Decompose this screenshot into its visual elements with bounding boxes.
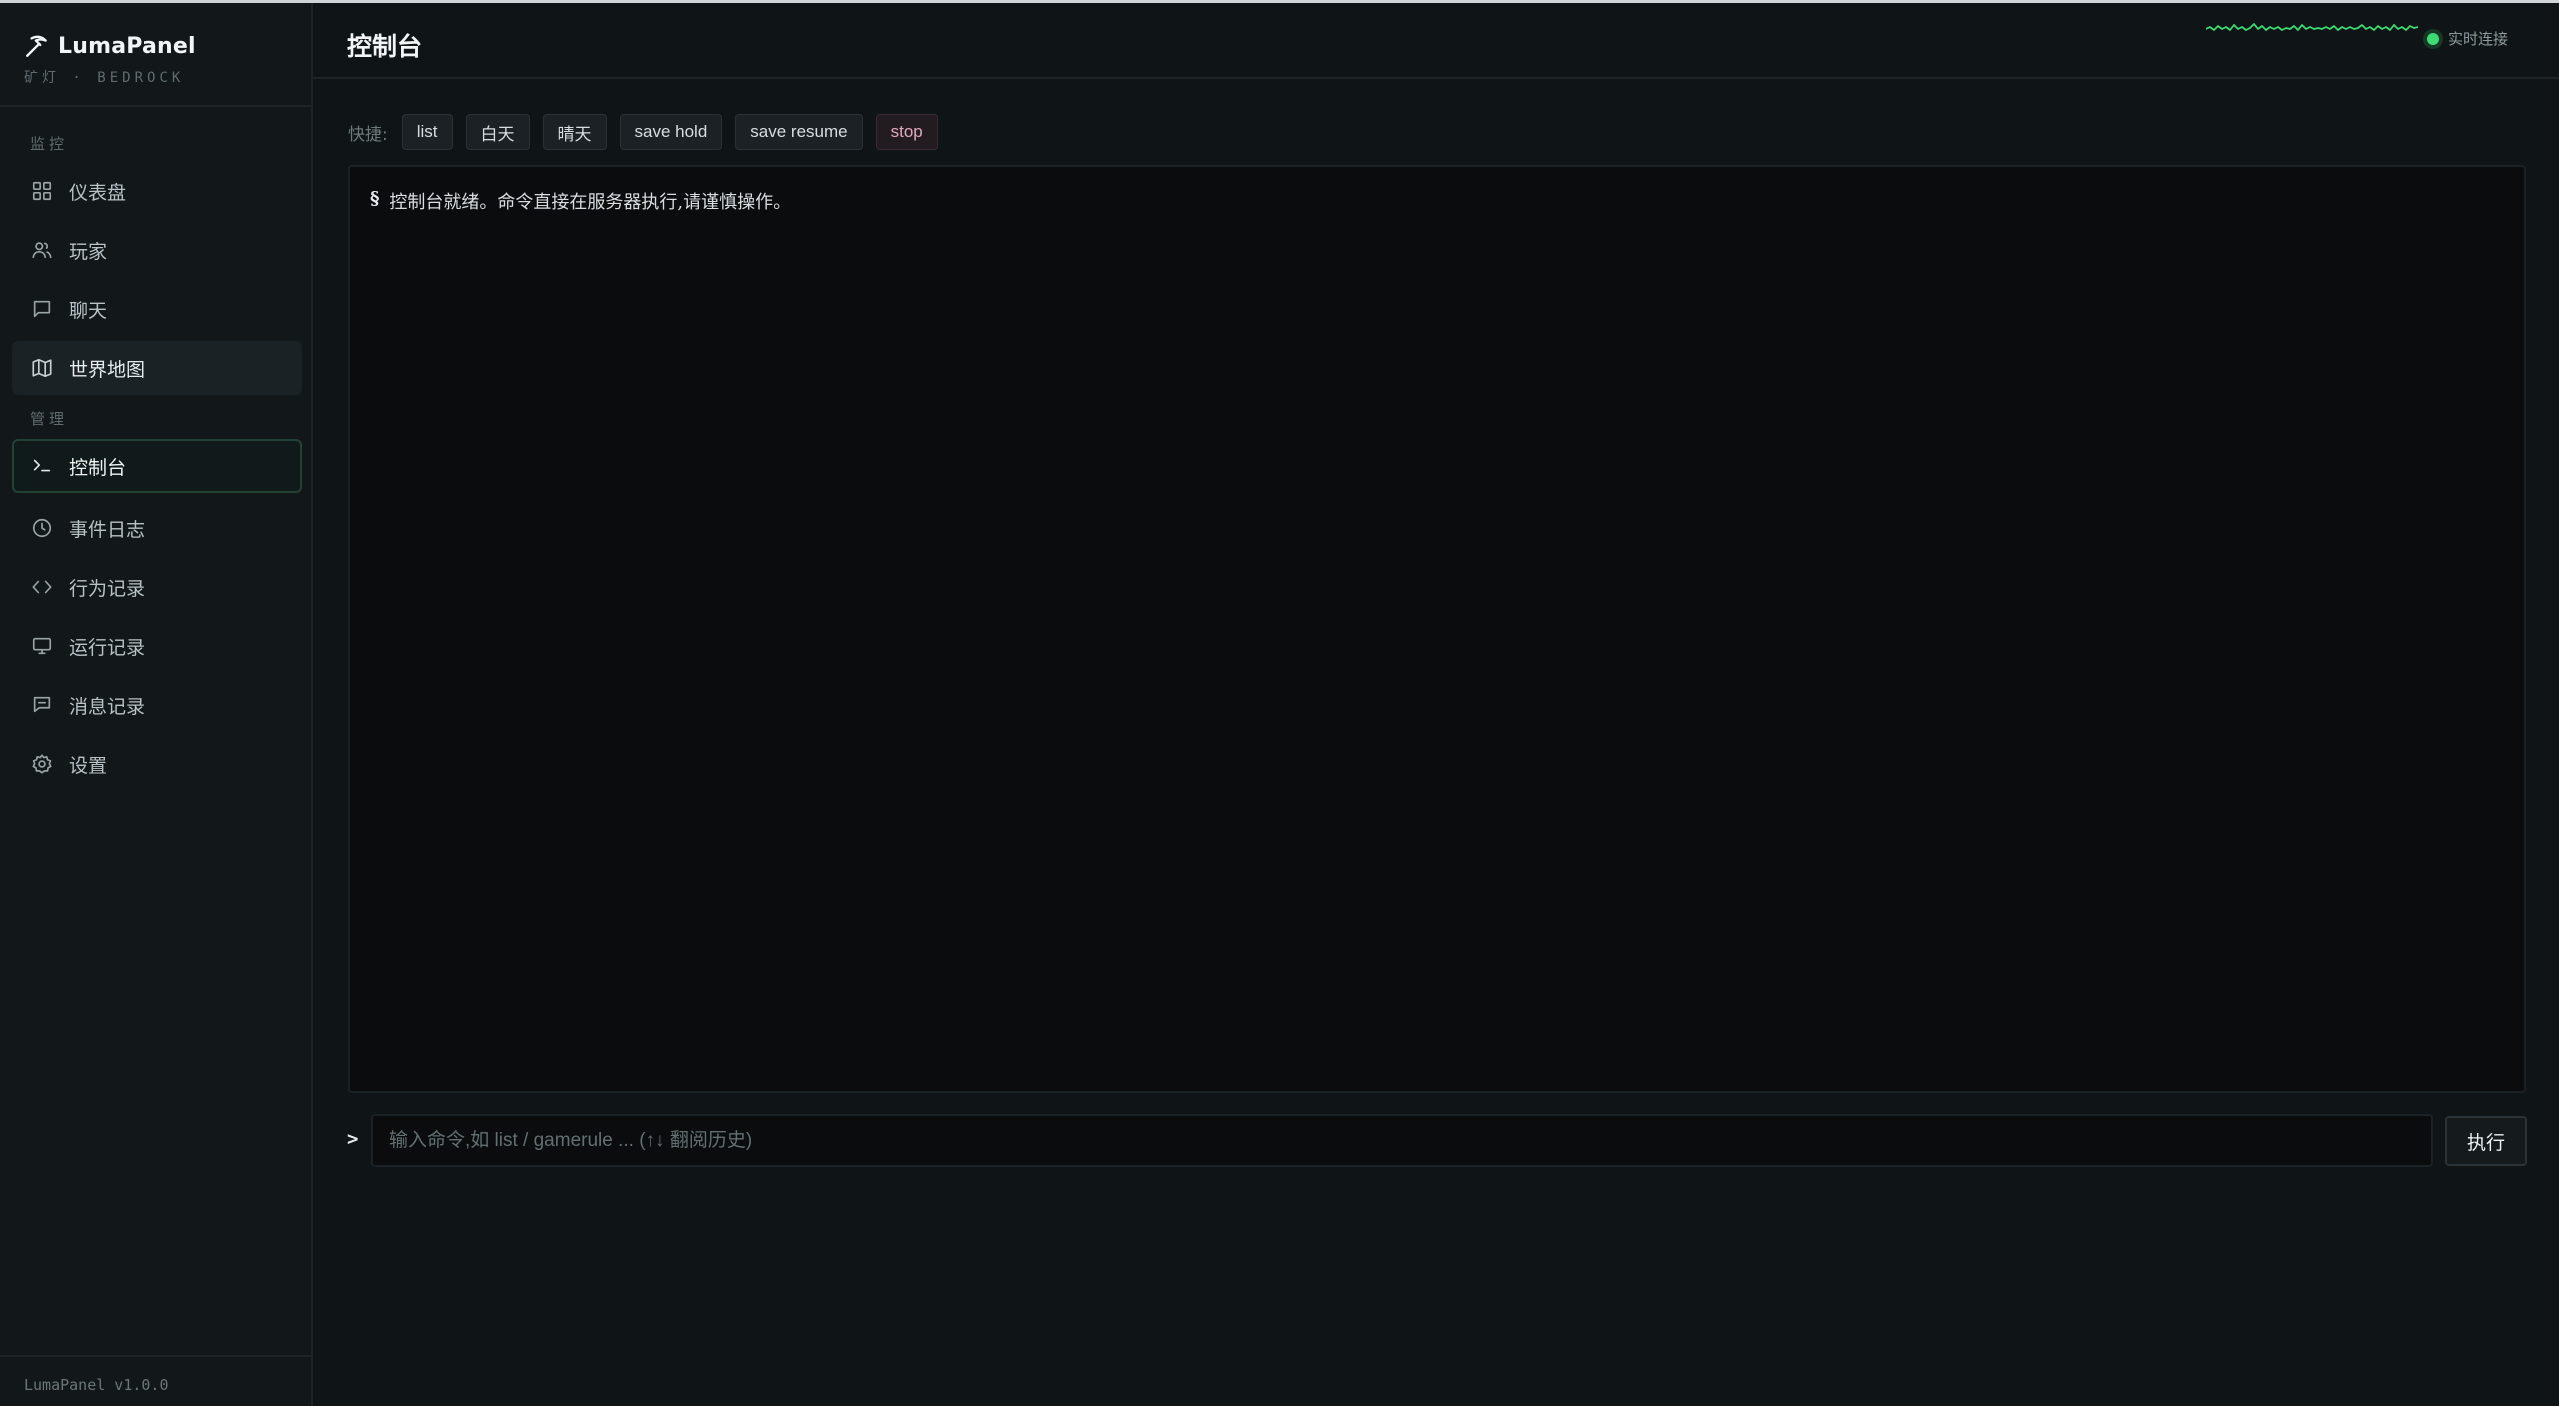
console-line-prefix: § xyxy=(370,188,380,209)
console-line-text: 控制台就绪。命令直接在服务器执行,请谨慎操作。 xyxy=(389,192,792,213)
quick-command-save-hold[interactable]: save hold xyxy=(619,114,723,150)
sidebar-item-label: 玩家 xyxy=(69,240,108,263)
brand-row: LumaPanel xyxy=(24,33,294,59)
brand-name: LumaPanel xyxy=(58,33,196,59)
execute-button[interactable]: 执行 xyxy=(2445,1116,2527,1166)
page-header: 控制台 实时连接 xyxy=(313,3,2559,79)
sidebar-item-run-log[interactable]: 运行记录 xyxy=(12,619,302,673)
sidebar-item-chat[interactable]: 聊天 xyxy=(12,282,302,336)
pickaxe-icon xyxy=(26,35,47,57)
sidebar-item-console[interactable]: 控制台 xyxy=(12,439,302,493)
sidebar-item-label: 行为记录 xyxy=(69,577,146,600)
sidebar-item-label: 仪表盘 xyxy=(69,181,127,204)
connection-status: 实时连接 xyxy=(2427,28,2508,49)
sidebar-item-event-log[interactable]: 事件日志 xyxy=(12,501,302,555)
sidebar-item-label: 消息记录 xyxy=(69,695,146,718)
sidebar-item-label: 事件日志 xyxy=(69,518,146,541)
command-input[interactable] xyxy=(371,1114,2433,1167)
console-output[interactable]: § 控制台就绪。命令直接在服务器执行,请谨慎操作。 xyxy=(348,165,2526,1093)
dashboard-grid-icon xyxy=(32,181,52,201)
users-icon xyxy=(32,242,52,259)
sidebar-item-behavior-log[interactable]: 行为记录 xyxy=(12,560,302,614)
sidebar-item-players[interactable]: 玩家 xyxy=(12,223,302,277)
nav-group-manage: 管理 xyxy=(30,410,69,428)
quick-command-stop[interactable]: stop xyxy=(875,114,938,150)
nav-group-monitor: 监控 xyxy=(30,135,69,153)
gear-icon xyxy=(32,754,52,774)
brand-divider xyxy=(0,105,311,107)
quick-command-save-resume[interactable]: save resume xyxy=(735,114,863,150)
monitor-icon xyxy=(32,637,52,655)
map-icon xyxy=(32,358,52,378)
sidebar-item-label: 设置 xyxy=(69,754,108,777)
sidebar-item-message-log[interactable]: 消息记录 xyxy=(12,678,302,732)
quick-command-day[interactable]: 白天 xyxy=(465,114,530,150)
connection-status-text: 实时连接 xyxy=(2448,30,2509,48)
page-title: 控制台 xyxy=(347,32,423,61)
quick-command-list[interactable]: list xyxy=(401,114,453,150)
chat-bubble-icon xyxy=(33,300,51,318)
app-window: LumaPanel 矿灯 · BEDROCK 监控 仪表盘 玩家 聊天 世界地图… xyxy=(0,0,2559,1406)
sidebar-item-world-map[interactable]: 世界地图 xyxy=(12,341,302,395)
activity-sparkline-icon xyxy=(2206,23,2418,31)
clock-icon xyxy=(32,518,52,538)
console-line: § 控制台就绪。命令直接在服务器执行,请谨慎操作。 xyxy=(370,188,791,214)
sidebar-footer-divider xyxy=(0,1355,311,1357)
quick-commands: 快捷: list 白天 晴天 save hold save resume sto… xyxy=(348,114,938,150)
quick-command-clear-weather[interactable]: 晴天 xyxy=(542,114,607,150)
sidebar-item-settings[interactable]: 设置 xyxy=(12,737,302,791)
quick-commands-label: 快捷: xyxy=(348,124,388,145)
app-version: LumaPanel v1.0.0 xyxy=(24,1376,169,1394)
brand: LumaPanel 矿灯 · BEDROCK xyxy=(24,33,294,87)
sidebar-item-dashboard[interactable]: 仪表盘 xyxy=(12,164,302,218)
sidebar-item-label: 运行记录 xyxy=(69,636,146,659)
command-prompt: > xyxy=(347,1128,359,1150)
status-dot-icon xyxy=(2427,32,2439,45)
sidebar-item-label: 聊天 xyxy=(69,299,108,322)
sidebar-item-label: 控制台 xyxy=(69,456,127,479)
brand-subtitle: 矿灯 · BEDROCK xyxy=(24,70,185,86)
terminal-icon xyxy=(33,459,51,472)
code-icon xyxy=(32,580,52,594)
sidebar: LumaPanel 矿灯 · BEDROCK 监控 仪表盘 玩家 聊天 世界地图… xyxy=(0,3,313,1406)
sidebar-item-label: 世界地图 xyxy=(69,358,146,381)
message-square-icon xyxy=(33,696,51,713)
